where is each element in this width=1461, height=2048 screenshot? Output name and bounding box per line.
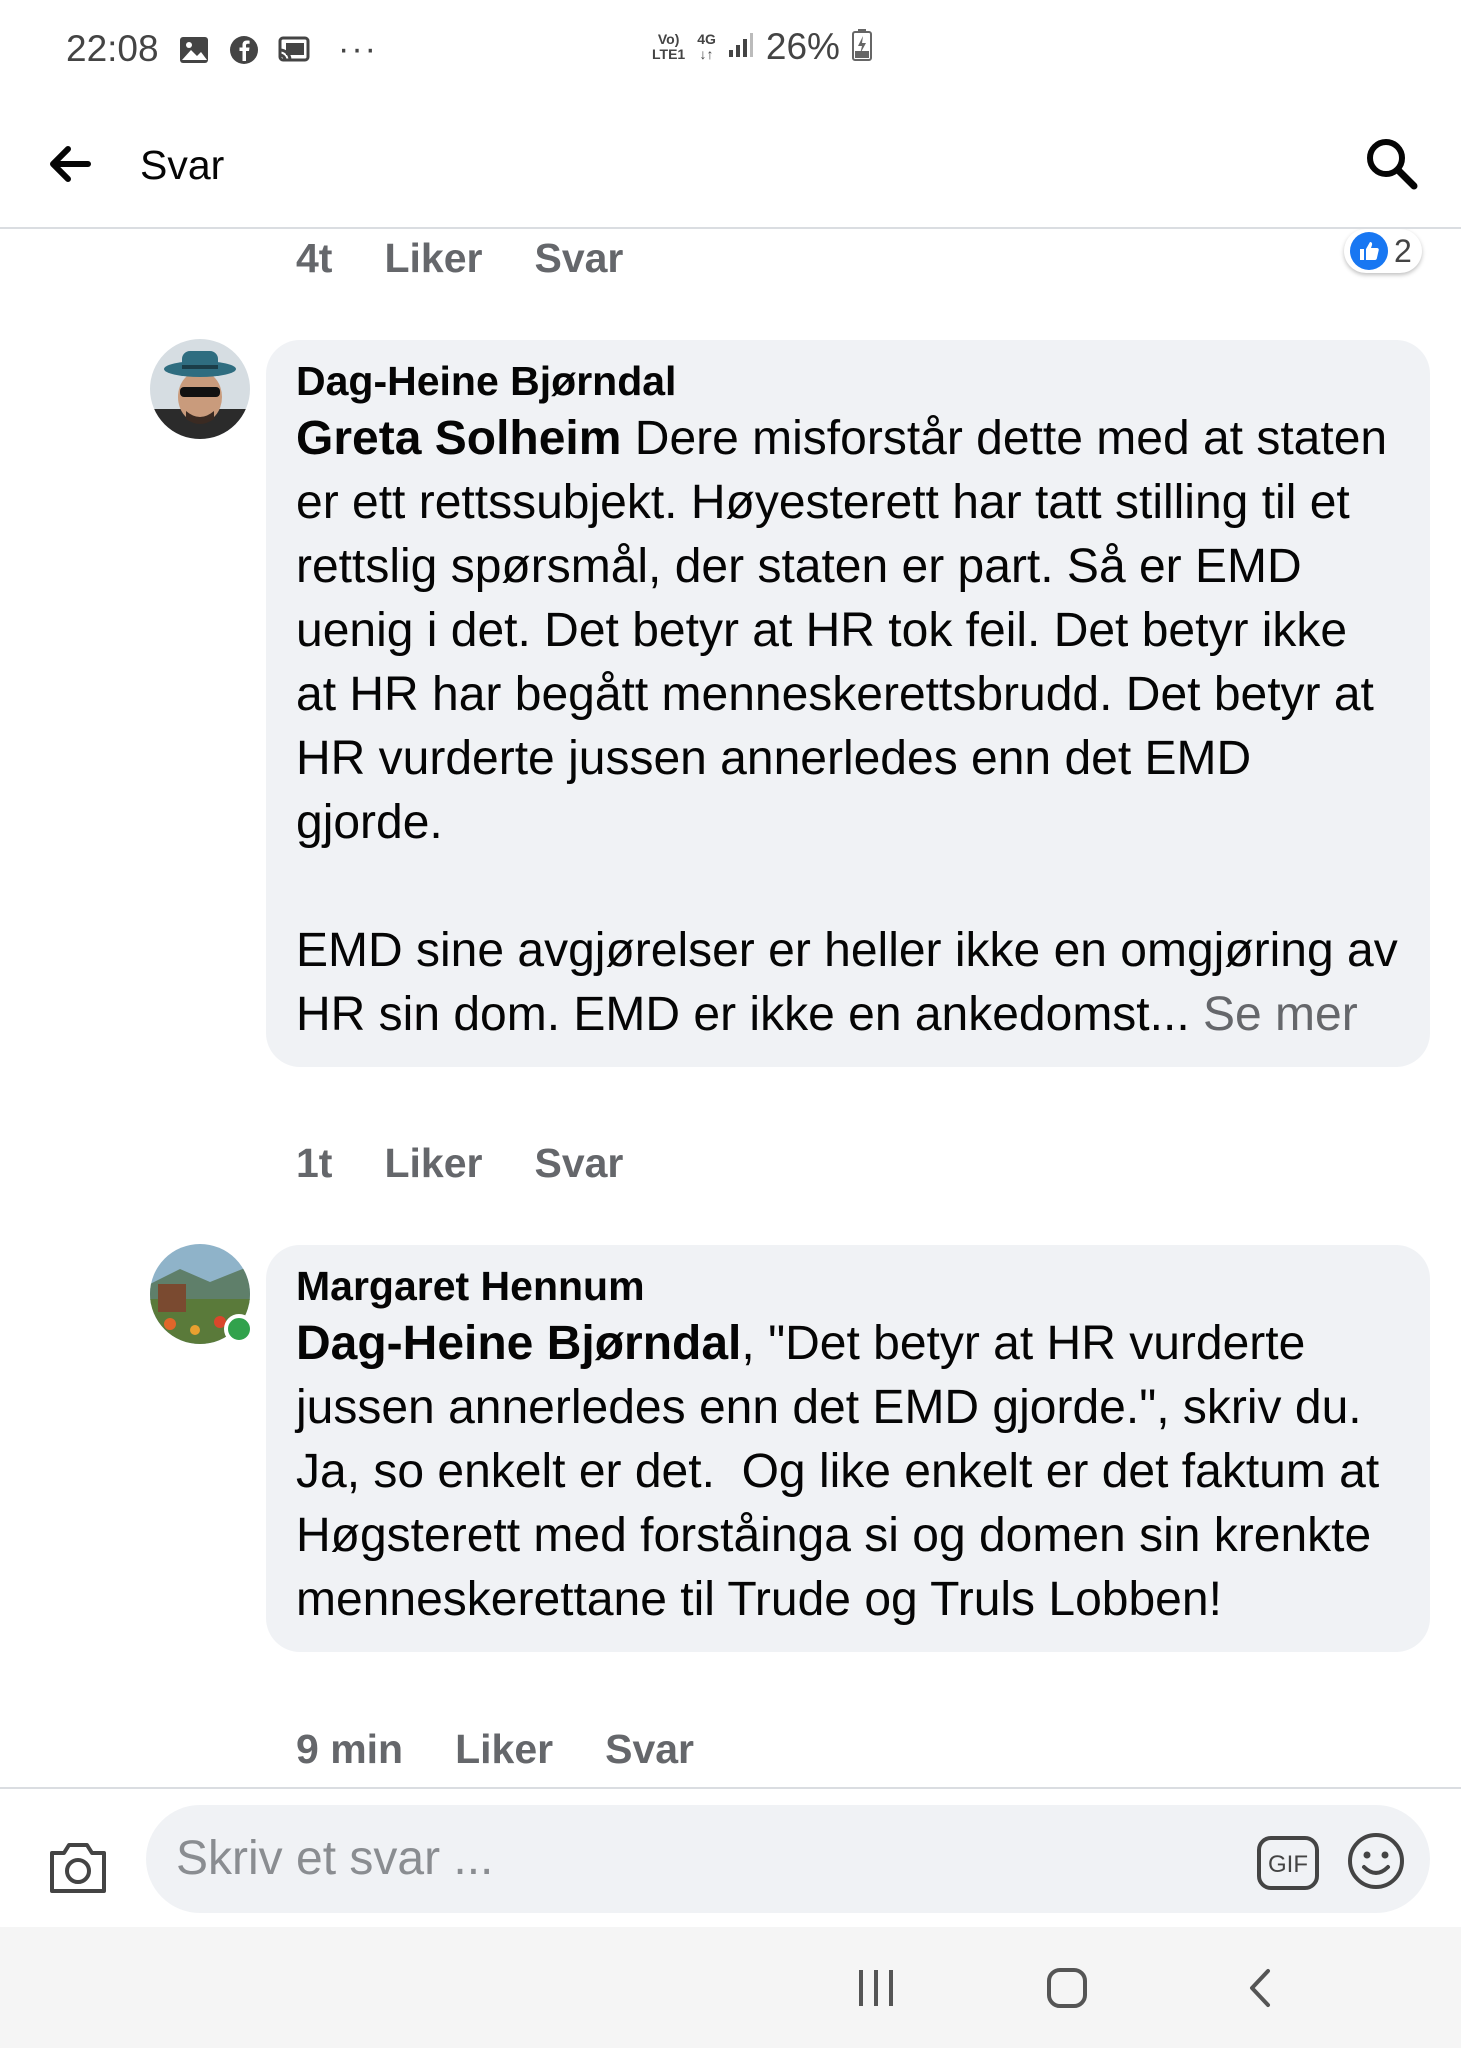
comment-author[interactable]: Margaret Hennum [296,1263,1400,1310]
reaction-count: 2 [1394,232,1412,269]
recent-apps-icon[interactable] [856,1967,896,2009]
comment-text: Dag-Heine Bjørndal, "Det betyr at HR vur… [296,1312,1400,1632]
volte-indicator: Vo) LTE1 [652,31,686,62]
search-icon[interactable] [1362,134,1422,194]
reply-button[interactable]: Svar [605,1726,694,1773]
reply-input[interactable]: Skriv et svar ... GIF [146,1805,1430,1913]
like-reaction-icon [1350,232,1388,270]
like-button[interactable]: Liker [455,1726,553,1773]
reply-button[interactable]: Svar [534,1140,623,1187]
nav-back-icon[interactable] [1246,1967,1276,2009]
battery-percent: 26% [765,26,840,67]
page-title: Svar [140,142,225,188]
comments-list: 4t Liker Svar 2 Dag-Heine Bjørndal Greta… [0,229,1461,1787]
reply-composer: Skriv et svar ... GIF [0,1787,1461,1929]
status-bar: 22:08 ··· Vo) LTE1 4G ↓↑ 26% [0,0,1461,100]
comment-bubble: Dag-Heine Bjørndal Greta Solheim Dere mi… [266,340,1430,1067]
comment-text: Greta Solheim Dere misforstår dette med … [296,407,1400,1047]
signal-icon [728,32,754,63]
see-more-link[interactable]: Se mer [1190,988,1358,1041]
4g-indicator: 4G ↓↑ [697,31,716,62]
home-icon[interactable] [1046,1967,1088,2009]
gallery-icon [178,34,210,66]
comment-time: 4t [296,235,333,281]
camera-icon[interactable] [46,1837,110,1897]
comment-body-text: Dere misforstår dette med at staten er e… [296,412,1398,1041]
like-button[interactable]: Liker [384,235,482,282]
emoji-icon[interactable] [1346,1831,1406,1891]
facebook-icon [228,34,260,66]
mention-link[interactable]: Dag-Heine Bjørndal [296,1317,741,1370]
like-button[interactable]: Liker [384,1140,482,1187]
reply-input-placeholder: Skriv et svar ... [176,1832,494,1885]
comment-time: 1t [296,1140,333,1186]
cast-icon [278,34,310,66]
avatar[interactable] [150,339,250,439]
comment-actions: 4t Liker Svar [296,235,675,282]
comment-actions: 9 min Liker Svar [296,1726,746,1773]
system-nav-bar [0,1927,1461,2048]
back-arrow-icon[interactable] [44,138,96,190]
comment-actions: 1t Liker Svar [296,1140,675,1187]
reply-button[interactable]: Svar [534,235,623,282]
comment-time: 9 min [296,1726,404,1772]
reaction-badge[interactable]: 2 [1344,229,1422,273]
app-bar: Svar [0,100,1461,229]
gif-icon[interactable]: GIF [1256,1835,1320,1891]
gif-label: GIF [1268,1851,1308,1878]
battery-charging-icon [851,28,872,66]
notification-icons: ··· [178,30,378,69]
comment-author[interactable]: Dag-Heine Bjørndal [296,358,1400,405]
comment-bubble: Margaret Hennum Dag-Heine Bjørndal, "Det… [266,1245,1430,1652]
status-right: Vo) LTE1 4G ↓↑ 26% [652,26,872,68]
more-notifications-icon: ··· [338,30,378,68]
status-time: 22:08 [66,28,159,69]
online-status-dot [224,1314,254,1344]
mention-link[interactable]: Greta Solheim [296,412,621,465]
